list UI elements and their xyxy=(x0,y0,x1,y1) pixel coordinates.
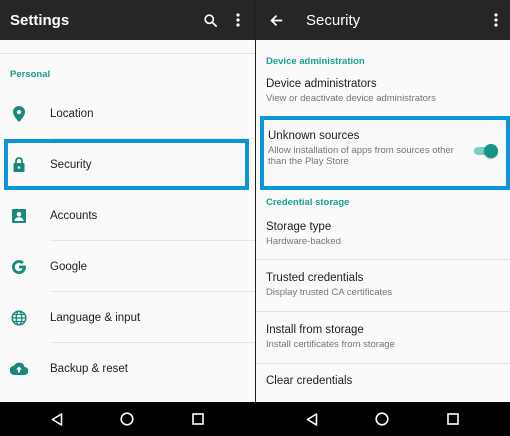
settings-item-label: Google xyxy=(50,260,88,273)
settings-item-label: Accounts xyxy=(50,209,98,222)
item-title: Trusted credentials xyxy=(266,272,364,284)
cloud-upload-icon xyxy=(10,360,28,378)
nav-back-icon[interactable] xyxy=(42,402,72,436)
item-subtitle: Display trusted CA certificates xyxy=(266,287,393,298)
settings-pane: Settings Personal Location Security Acco… xyxy=(0,0,255,402)
more-vert-icon[interactable] xyxy=(228,0,248,40)
toggle-knob xyxy=(484,144,498,158)
nav-home-icon[interactable] xyxy=(112,402,142,436)
header-divider xyxy=(0,40,255,54)
item-subtitle: View or deactivate device administrators xyxy=(266,93,436,104)
nav-back-icon[interactable] xyxy=(297,402,327,436)
location-pin-icon xyxy=(10,105,28,123)
globe-icon xyxy=(10,309,28,327)
item-subtitle: Install certificates from storage xyxy=(266,339,395,350)
settings-item-location[interactable]: Location xyxy=(0,88,255,139)
storage-type-item[interactable]: Storage type Hardware-backed xyxy=(256,214,510,260)
more-vert-icon[interactable] xyxy=(486,0,506,40)
settings-item-label: Backup & reset xyxy=(50,362,128,375)
google-g-icon xyxy=(10,258,28,276)
page-title: Settings xyxy=(10,11,70,29)
unknown-sources-toggle[interactable] xyxy=(472,144,498,158)
system-nav-bar xyxy=(0,402,510,436)
item-title: Unknown sources xyxy=(268,130,360,142)
page-title: Security xyxy=(306,11,361,29)
account-box-icon xyxy=(10,207,28,225)
settings-item-google[interactable]: Google xyxy=(0,241,255,292)
clear-credentials-item[interactable]: Clear credentials xyxy=(256,364,510,402)
settings-item-backup-reset[interactable]: Backup & reset xyxy=(0,343,255,394)
item-title: Install from storage xyxy=(266,324,364,336)
device-administrators-item[interactable]: Device administrators View or deactivate… xyxy=(256,72,510,116)
item-subtitle: Allow installation of apps from sources … xyxy=(268,145,454,167)
nav-recents-icon[interactable] xyxy=(438,402,468,436)
item-title: Storage type xyxy=(266,221,332,233)
section-header-personal: Personal xyxy=(10,69,51,80)
item-subtitle: Hardware-backed xyxy=(266,236,341,247)
settings-item-label: Security xyxy=(50,158,92,171)
settings-item-security[interactable]: Security xyxy=(4,139,249,190)
install-from-storage-item[interactable]: Install from storage Install certificate… xyxy=(256,312,510,364)
security-app-bar: Security xyxy=(256,0,510,40)
item-title: Clear credentials xyxy=(266,375,353,387)
trusted-credentials-item[interactable]: Trusted credentials Display trusted CA c… xyxy=(256,260,510,312)
item-title: Device administrators xyxy=(266,78,377,90)
back-arrow-icon[interactable] xyxy=(264,0,288,40)
settings-item-label: Location xyxy=(50,107,94,120)
lock-icon xyxy=(10,156,28,174)
settings-item-language-input[interactable]: Language & input xyxy=(0,292,255,343)
section-header-device-administration: Device administration xyxy=(266,56,365,67)
unknown-sources-item[interactable]: Unknown sources Allow installation of ap… xyxy=(260,116,510,190)
settings-app-bar: Settings xyxy=(0,0,255,40)
search-icon[interactable] xyxy=(198,0,222,40)
section-header-credential-storage: Credential storage xyxy=(266,197,350,208)
settings-item-accounts[interactable]: Accounts xyxy=(0,190,255,241)
security-pane: Security Device administration Device ad… xyxy=(255,0,510,402)
nav-recents-icon[interactable] xyxy=(183,402,213,436)
nav-home-icon[interactable] xyxy=(367,402,397,436)
settings-item-label: Language & input xyxy=(50,311,141,324)
